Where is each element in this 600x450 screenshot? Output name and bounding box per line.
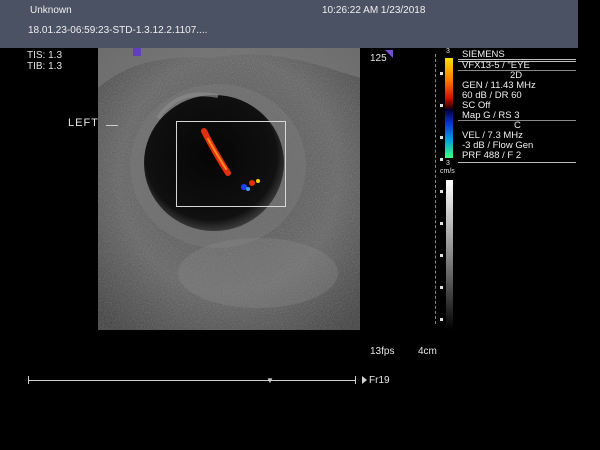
- play-icon[interactable]: [362, 376, 367, 384]
- title-bar: Unknown 10:26:22 AM 1/23/2018 18.01.23-0…: [0, 0, 578, 48]
- info-divider: [458, 162, 576, 163]
- side-label: LEFT: [68, 117, 99, 129]
- patient-name: Unknown: [30, 5, 72, 16]
- depth-marker: 125: [370, 53, 387, 64]
- info-divider: [458, 120, 576, 121]
- depth-tick: [440, 104, 443, 107]
- timeline-end-cap: [355, 376, 356, 384]
- color-velocity-bar: [445, 58, 453, 158]
- frame-number: Fr19: [369, 375, 390, 386]
- depth-tick: [440, 72, 443, 75]
- timeline-position-marker-icon[interactable]: ▼: [266, 376, 274, 385]
- exam-datetime: 10:26:22 AM 1/23/2018: [322, 5, 426, 16]
- velocity-units: cm/s: [440, 168, 455, 175]
- timeline-start-cap: [28, 376, 29, 384]
- study-id: 18.01.23-06:59:23-STD-1.3.12.2.1107....: [28, 25, 208, 36]
- depth-tick: [440, 158, 443, 161]
- manufacturer-label: SIEMENS: [462, 49, 505, 60]
- side-label-pointer: [106, 125, 118, 126]
- frame-rate: 13fps: [370, 346, 395, 357]
- color-scale-max: 3: [446, 48, 450, 55]
- info-divider: [458, 70, 576, 71]
- color-doppler-roi-box[interactable]: [176, 121, 286, 207]
- grayscale-bar: [446, 180, 453, 330]
- depth-tick: [440, 136, 443, 139]
- depth-scale: [435, 54, 436, 324]
- depth-tick: [440, 190, 443, 193]
- depth-tick: [440, 318, 443, 321]
- color-scale-min: 3: [446, 160, 450, 167]
- prf-setting: PRF 488 / F 2: [462, 150, 522, 161]
- depth-tick: [440, 222, 443, 225]
- cine-timeline[interactable]: [28, 380, 355, 381]
- tis-value: TIS: 1.3: [27, 50, 63, 61]
- probe-orientation-marker: [133, 48, 141, 56]
- tib-value: TIB: 1.3: [27, 61, 63, 72]
- depth-tick: [440, 254, 443, 257]
- scan-depth: 4cm: [418, 346, 437, 357]
- depth-tick: [440, 286, 443, 289]
